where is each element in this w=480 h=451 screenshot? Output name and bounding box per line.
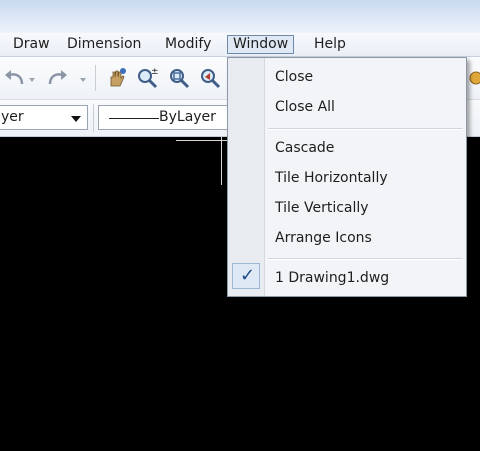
toolbar-partial-icon[interactable]	[466, 66, 480, 90]
menu-item-arrange-icons[interactable]: Arrange Icons	[275, 227, 372, 249]
menu-separator	[268, 128, 463, 130]
pan-icon[interactable]	[105, 66, 129, 90]
menu-bar: Draw Dimension Modify Window Help	[0, 33, 480, 57]
layer-combo-value: yer	[1, 109, 24, 125]
checkmark-icon: ✓	[232, 263, 260, 289]
menu-separator	[268, 258, 463, 260]
menu-item-close[interactable]: Close	[275, 66, 313, 88]
menu-modify[interactable]: Modify	[160, 35, 216, 54]
crosshair-horizontal	[176, 140, 228, 141]
undo-dropdown-icon[interactable]	[27, 66, 37, 90]
menu-item-cascade[interactable]: Cascade	[275, 137, 334, 159]
linetype-combo-value: ByLayer	[159, 109, 216, 125]
menu-window[interactable]: Window	[227, 35, 295, 54]
redo-icon[interactable]	[46, 66, 70, 90]
menu-item-drawing1[interactable]: 1 Drawing1.dwg	[275, 267, 389, 289]
redo-dropdown-icon[interactable]	[78, 66, 88, 90]
svg-text:±: ±	[151, 67, 159, 77]
window-menu-dropdown: Close Close All Cascade Tile Horizontall…	[227, 57, 467, 297]
toolbar-separator	[93, 104, 94, 132]
menu-icon-gutter	[228, 58, 265, 296]
menu-item-tile-vertically[interactable]: Tile Vertically	[275, 197, 369, 219]
zoom-window-icon[interactable]	[167, 66, 191, 90]
title-bar	[0, 0, 480, 34]
crosshair-vertical	[221, 137, 222, 185]
zoom-previous-icon[interactable]	[198, 66, 222, 90]
menu-help[interactable]: Help	[309, 35, 351, 54]
toolbar-separator	[95, 65, 96, 91]
zoom-realtime-icon[interactable]: ±	[136, 66, 160, 90]
undo-icon[interactable]	[2, 66, 26, 90]
linetype-sample	[109, 118, 159, 119]
layer-combo[interactable]: yer	[0, 105, 88, 130]
linetype-combo[interactable]: ByLayer	[98, 105, 248, 130]
chevron-down-icon[interactable]	[71, 116, 81, 122]
menu-draw[interactable]: Draw	[8, 35, 55, 54]
menu-item-tile-horizontally[interactable]: Tile Horizontally	[275, 167, 388, 189]
menu-dimension[interactable]: Dimension	[62, 35, 146, 54]
menu-item-close-all[interactable]: Close All	[275, 96, 335, 118]
